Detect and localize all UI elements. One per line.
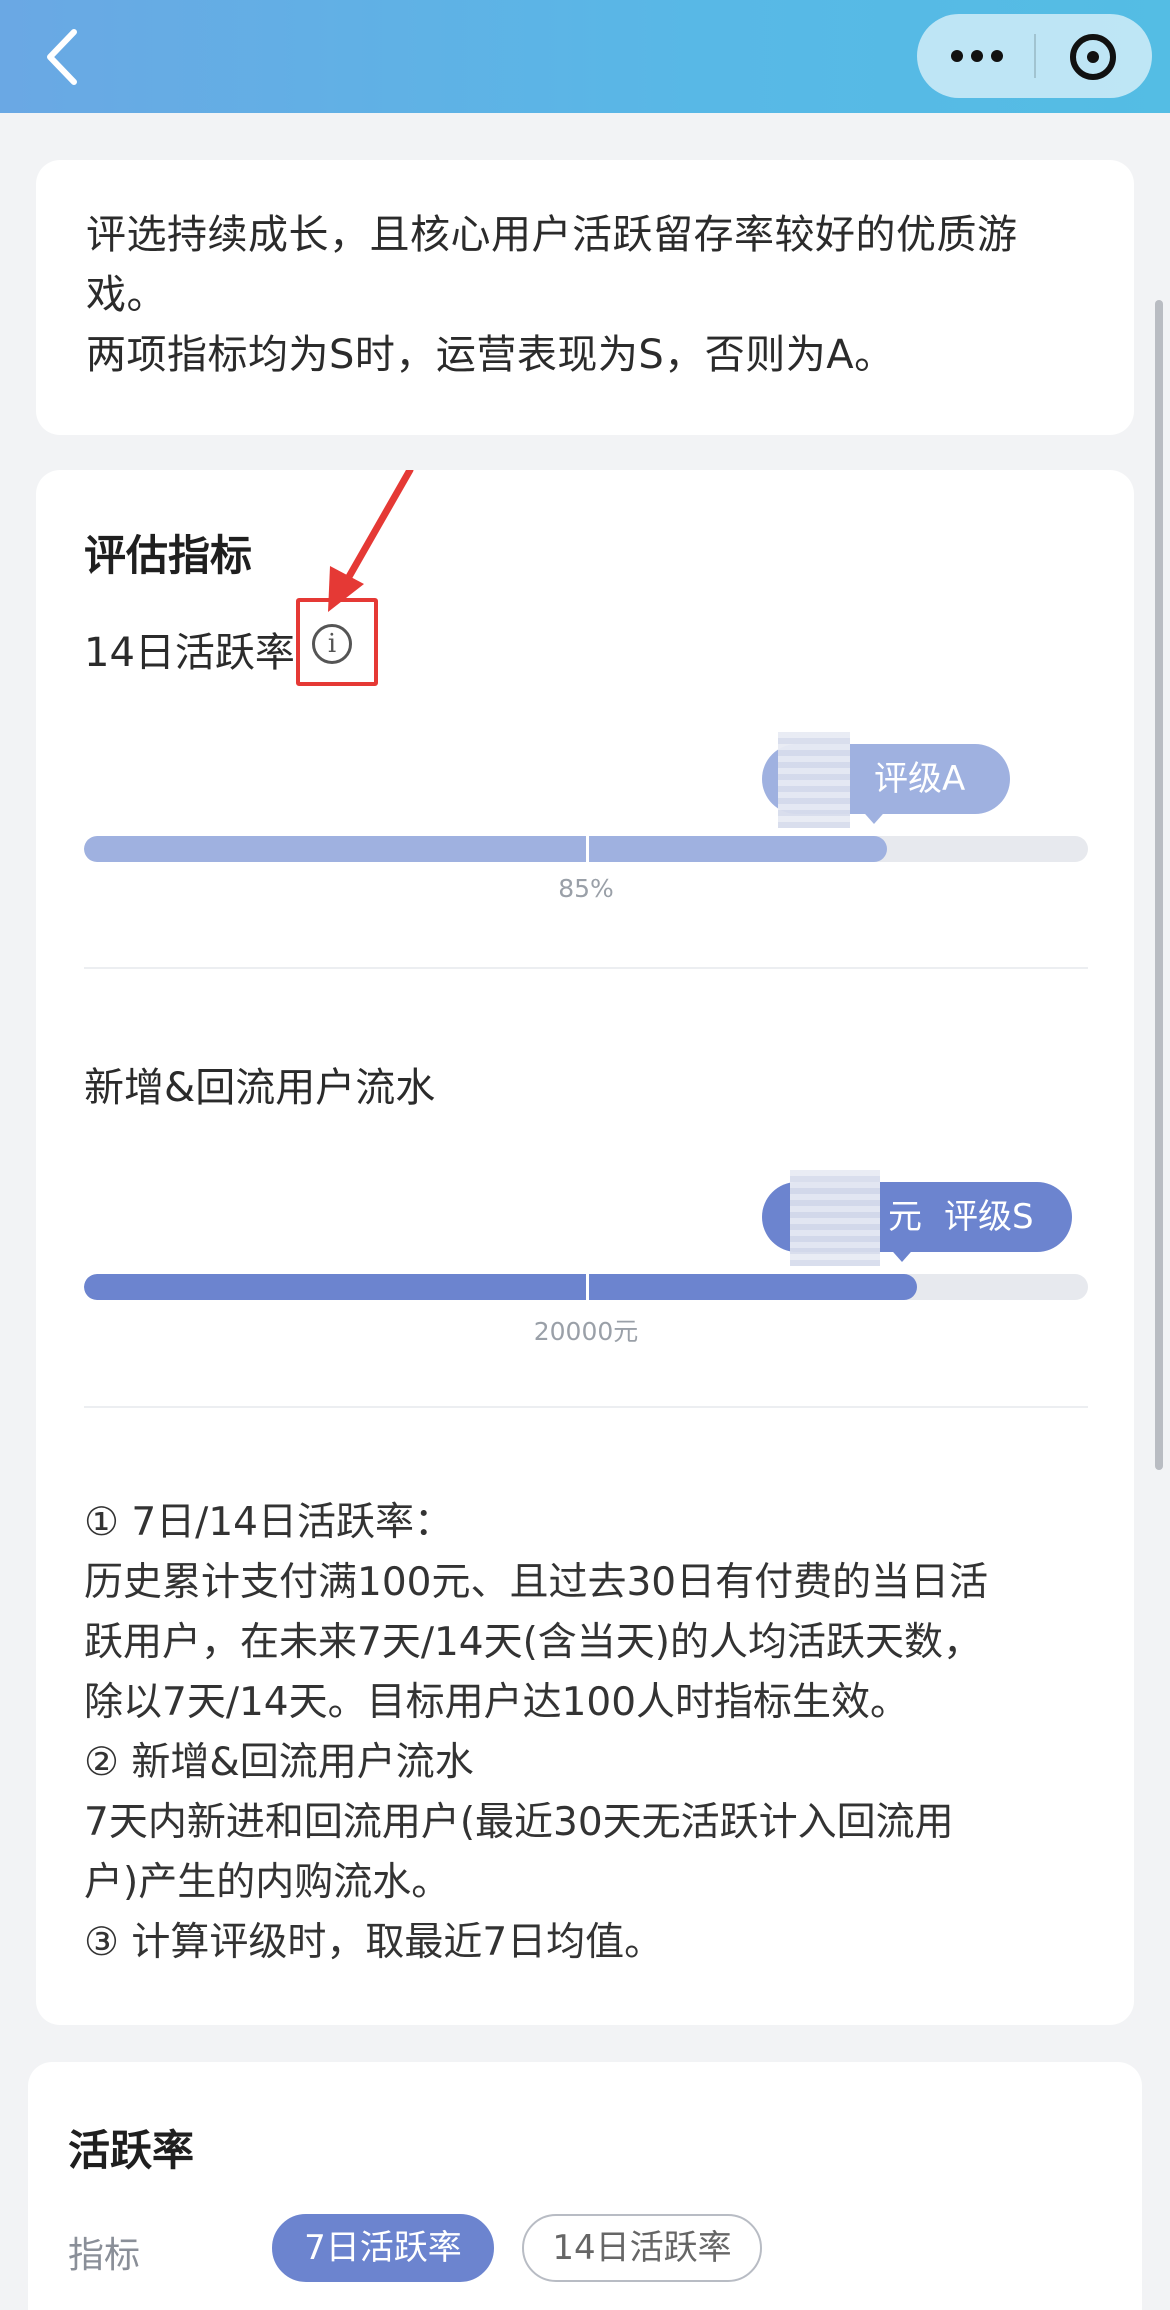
grade-bubble-label: 评级A	[874, 759, 966, 799]
note-line: 除以7天/14天。目标用户达100人时指标生效。	[84, 1680, 910, 1725]
note-line: 跃用户，在未来7天/14天(含当天)的人均活跃天数，	[84, 1620, 983, 1665]
more-button[interactable]	[947, 42, 1007, 70]
metric-label-active-rate: 14日活跃率	[84, 630, 295, 676]
threshold-tick	[586, 1274, 589, 1300]
note-line: 户)产生的内购流水。	[84, 1860, 451, 1905]
mini-program-capsule	[917, 14, 1152, 98]
intro-text: 评选持续成长，且核心用户活跃留存率较好的优质游 戏。 两项指标均为S时，运营表现…	[86, 205, 1096, 385]
grade-bubble-label: 评级S	[944, 1197, 1034, 1237]
chevron-left-icon	[47, 29, 77, 85]
note-line: ② 新增&回流用户流水	[84, 1740, 474, 1785]
progress-fill	[84, 836, 888, 862]
evaluation-title: 评估指标	[84, 531, 253, 580]
metric-label-revenue: 新增&回流用户流水	[84, 1065, 436, 1111]
blurred-value	[790, 1170, 880, 1266]
metric-notes: ① 7日/14日活跃率： 历史累计支付满100元、且过去30日有付费的当日活 跃…	[84, 1493, 1104, 1973]
threshold-label: 20000元	[533, 1317, 639, 1346]
scrollbar[interactable]	[1155, 300, 1163, 1470]
threshold-label: 85%	[558, 874, 614, 903]
grade-bubble-s: 元 评级S	[762, 1170, 1072, 1266]
blurred-value	[778, 732, 850, 828]
row-label-metric: 指标	[68, 2235, 141, 2276]
intro-line: 戏。	[86, 272, 167, 318]
bubble-tail	[886, 1244, 918, 1262]
activity-card: 活跃率 指标 7日活跃率 14日活跃率	[28, 2062, 1142, 2310]
grade-bubble-a: 评级A	[762, 732, 1010, 828]
target-circle-icon	[1087, 51, 1099, 63]
intro-line: 两项指标均为S时，运营表现为S，否则为A。	[86, 332, 895, 378]
bubble-tail	[858, 806, 890, 824]
close-mini-program-button[interactable]	[1070, 34, 1116, 80]
evaluation-card: 评估指标 14日活跃率 i 评级A 85% 新增&回流用户流水 元 评级S 20…	[36, 470, 1134, 2025]
progress-track-active-rate	[84, 836, 1088, 862]
note-line: ① 7日/14日活跃率：	[84, 1500, 453, 1545]
note-line: ③ 计算评级时，取最近7日均值。	[84, 1920, 664, 1965]
intro-card: 评选持续成长，且核心用户活跃留存率较好的优质游 戏。 两项指标均为S时，运营表现…	[36, 160, 1134, 435]
capsule-divider	[1034, 34, 1036, 78]
back-button[interactable]	[36, 22, 96, 92]
progress-fill	[84, 1274, 918, 1300]
progress-track-revenue	[84, 1274, 1088, 1300]
chip-7day-active-rate[interactable]: 7日活跃率	[272, 2214, 494, 2282]
divider	[84, 967, 1088, 969]
divider	[84, 1406, 1088, 1408]
note-line: 历史累计支付满100元、且过去30日有付费的当日活	[84, 1560, 989, 1605]
activity-title: 活跃率	[68, 2126, 195, 2175]
note-line: 7天内新进和回流用户(最近30天无活跃计入回流用	[84, 1800, 954, 1845]
grade-bubble-unit: 元	[888, 1197, 922, 1237]
chip-14day-active-rate[interactable]: 14日活跃率	[522, 2214, 762, 2282]
top-nav-bar	[0, 0, 1170, 113]
threshold-tick	[586, 836, 589, 862]
annotation-arrow-icon	[328, 470, 414, 612]
intro-line: 评选持续成长，且核心用户活跃留存率较好的优质游	[86, 212, 1018, 258]
